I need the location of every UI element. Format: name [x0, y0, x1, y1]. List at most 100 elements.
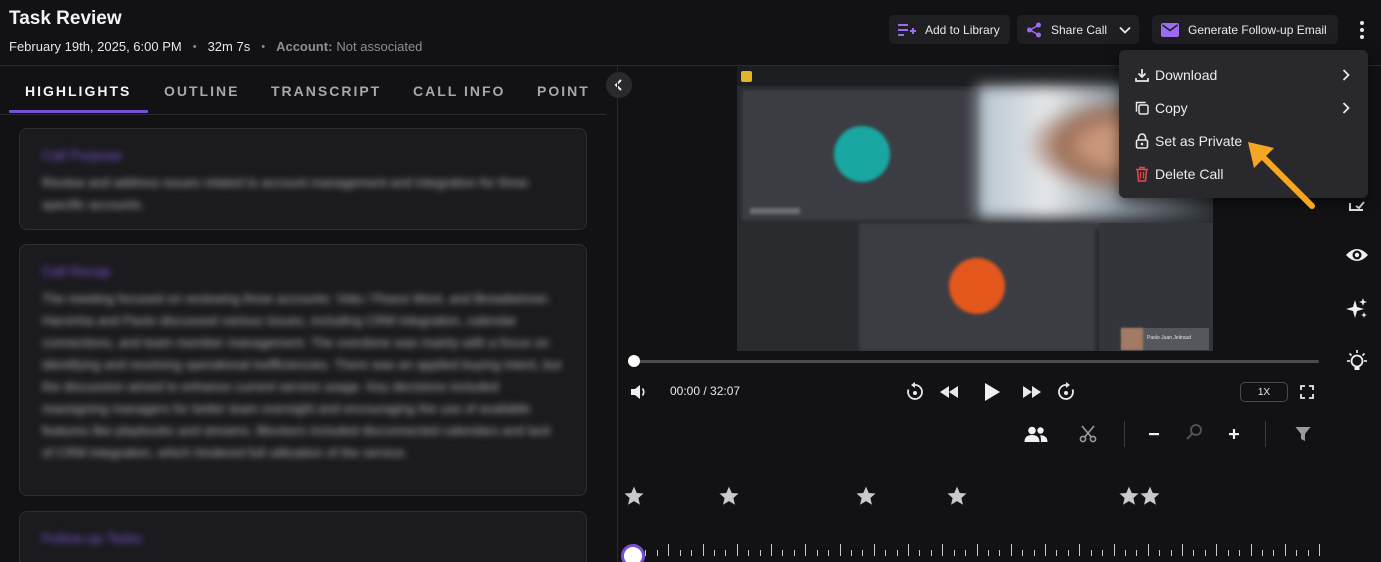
timeline-tick [816, 550, 818, 556]
chevron-right-icon [1342, 102, 1350, 114]
fullscreen-button[interactable] [1299, 384, 1315, 400]
timeline-tick [862, 550, 864, 556]
mail-icon [1161, 22, 1179, 37]
volume-icon [631, 385, 645, 399]
play-icon [985, 383, 1000, 401]
menu-item-label: Download [1155, 66, 1218, 83]
tab-call-info[interactable]: CALL INFO [413, 83, 505, 99]
filter-button[interactable] [1293, 424, 1313, 444]
forward-button[interactable] [1055, 381, 1077, 403]
timeline-tick [965, 550, 967, 556]
ideas-button[interactable] [1344, 349, 1370, 375]
toolbar-separator [1124, 421, 1125, 447]
card-body: The meeting focused on reviewing three a… [42, 291, 562, 460]
ai-insights-button[interactable] [1344, 296, 1370, 322]
lightbulb-icon [1347, 350, 1367, 370]
zoom-reset-button[interactable] [1184, 422, 1204, 442]
menu-item-label: Delete Call [1155, 165, 1224, 182]
timeline-tick [793, 550, 795, 556]
timeline-tick [987, 550, 989, 556]
highlight-marker-star[interactable] [1139, 485, 1161, 507]
timeline-tick [1022, 550, 1024, 556]
playback-speed-button[interactable]: 1X [1240, 382, 1288, 402]
card-title: Call Purpose [42, 147, 123, 163]
timeline-tick [1273, 550, 1275, 556]
seek-handle[interactable] [628, 355, 640, 367]
card-title: Call Recap [42, 263, 111, 279]
timeline-tick [1124, 550, 1126, 556]
timeline-tick [839, 544, 841, 556]
annotation-arrow [1248, 142, 1315, 209]
app-logo [741, 71, 752, 82]
menu-item-download[interactable]: Download [1119, 58, 1368, 91]
playlist-add-icon [898, 23, 916, 36]
more-options-button[interactable] [1353, 17, 1371, 43]
timeline-tick [1090, 550, 1092, 556]
chevron-down-icon[interactable] [1119, 26, 1131, 34]
replay-button[interactable] [904, 381, 926, 403]
star-icon [1119, 486, 1139, 505]
timeline-tick [953, 550, 955, 556]
zoom-in-icon [1229, 429, 1239, 439]
timeline-tick [1193, 550, 1195, 556]
timeline-tick [1284, 544, 1286, 556]
timeline-tick [748, 550, 750, 556]
highlight-marker-star[interactable] [946, 485, 968, 507]
tab-outline[interactable]: OUTLINE [164, 83, 239, 99]
generate-followup-email-button[interactable]: Generate Follow-up Email [1152, 15, 1338, 44]
zoom-in-button[interactable] [1226, 425, 1242, 443]
timeline-tick [759, 550, 761, 556]
collapse-panel-button[interactable] [606, 72, 632, 98]
share-call-button[interactable]: Share Call [1017, 15, 1140, 44]
timeline-tick [930, 550, 932, 556]
fast-forward-icon [1023, 386, 1041, 398]
zoom-out-icon [1149, 433, 1159, 436]
more-dot [1360, 28, 1364, 32]
highlight-marker-star[interactable] [855, 485, 877, 507]
highlight-marker-star[interactable] [623, 485, 645, 507]
chevron-left-icon [614, 79, 622, 91]
more-vertical-icon [1360, 21, 1364, 25]
participant-avatar [949, 258, 1005, 314]
timeline-tick [1227, 550, 1229, 556]
star-icon [624, 486, 644, 505]
timeline-tick [1239, 550, 1241, 556]
volume-button[interactable] [629, 382, 649, 402]
play-button[interactable] [980, 380, 1004, 404]
participant-thumbnail: Paolo Juan Jeitraud [1121, 328, 1209, 350]
timeline-tick [736, 544, 738, 556]
card-body: Review and address issues related to acc… [42, 175, 529, 212]
timeline-tick [656, 550, 658, 556]
seek-bar[interactable] [634, 360, 1319, 363]
highlight-marker-star[interactable] [1118, 485, 1140, 507]
preview-button[interactable] [1344, 242, 1370, 268]
timeline-tick [782, 550, 784, 556]
tab-points[interactable]: POINT [537, 83, 590, 99]
timeline-tick [873, 544, 875, 556]
speakers-button[interactable] [1023, 423, 1049, 445]
rewind-button[interactable] [938, 382, 960, 402]
clip-button[interactable] [1077, 423, 1099, 445]
timeline-tick [1056, 550, 1058, 556]
add-to-library-button[interactable]: Add to Library [889, 15, 1010, 44]
timeline-tick [1136, 550, 1138, 556]
timeline-tick [1102, 550, 1104, 556]
timeline-handle[interactable] [621, 544, 645, 562]
timeline-ruler[interactable] [630, 542, 1320, 562]
tab-highlights[interactable]: HIGHLIGHTS [25, 83, 131, 99]
timeline-tick [999, 550, 1001, 556]
timeline-tick [1010, 544, 1012, 556]
download-icon [1135, 68, 1149, 82]
zoom-out-button[interactable] [1146, 425, 1162, 443]
fast-forward-button[interactable] [1021, 382, 1043, 402]
add-to-library-label: Add to Library [925, 22, 1000, 37]
highlight-marker-star[interactable] [718, 485, 740, 507]
chevron-right-icon [1342, 69, 1350, 81]
meta-separator: • [261, 40, 266, 53]
timeline-tick [1159, 550, 1161, 556]
menu-item-label: Copy [1155, 99, 1188, 116]
timeline-tick [1170, 550, 1172, 556]
menu-item-copy[interactable]: Copy [1119, 91, 1368, 124]
timeline-tick [908, 544, 909, 556]
tab-transcript[interactable]: TRANSCRIPT [271, 83, 381, 99]
